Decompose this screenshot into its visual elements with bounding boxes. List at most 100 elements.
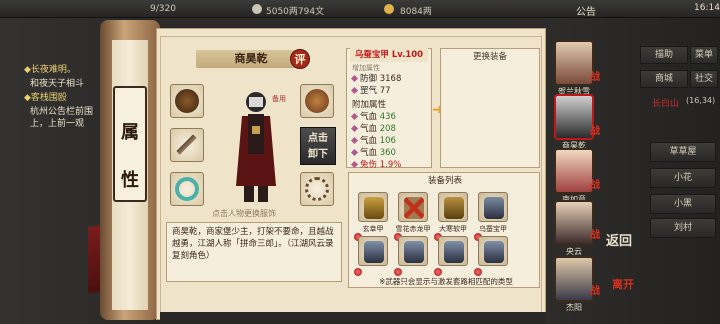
equip-item-name: 大寒软甲	[439, 225, 467, 233]
attr-row: 防御 3168	[350, 72, 402, 84]
equip-slot-arm[interactable]	[170, 84, 204, 118]
location-coords: (16,34)	[686, 96, 716, 105]
battle-mark-icon: 战	[590, 230, 600, 241]
attr-value: 106	[379, 136, 396, 146]
new-item-dot-icon	[394, 268, 402, 276]
replace-equipment-title: 更换装备	[472, 52, 507, 62]
scroll-char: 性	[121, 170, 139, 191]
equip-slot-ring[interactable]	[170, 172, 204, 206]
change-outfit-hint: 点击人物更换服饰	[212, 209, 276, 218]
equip-slot-head[interactable]	[300, 84, 334, 118]
party-portrait[interactable]	[554, 148, 594, 194]
social-button[interactable]: 社交	[690, 70, 718, 88]
attr-label: 气血	[360, 124, 378, 134]
quest-title[interactable]: ◆客栈围殴	[24, 90, 67, 103]
attr-row: 气血 106	[350, 134, 396, 146]
copper-coin-icon	[252, 4, 262, 14]
equip-item-name: 雪花赤龙甲	[395, 225, 431, 233]
shop-button[interactable]: 商城	[640, 70, 688, 88]
blue-armor-icon	[484, 197, 504, 219]
new-item-dot-icon	[354, 268, 362, 276]
assist-button[interactable]: 描助	[640, 46, 688, 64]
unequip-button[interactable]: 点击 卸下	[300, 127, 336, 165]
party-portrait[interactable]	[554, 40, 594, 86]
battle-mark-icon: 战	[590, 286, 600, 297]
unequip-label-2: 卸下	[308, 149, 328, 160]
party-portrait-selected[interactable]	[554, 94, 594, 140]
attr-value: 436	[379, 112, 396, 122]
location-button[interactable]: 小花	[650, 168, 716, 188]
attr-row: 气血 360	[350, 146, 396, 158]
character-figure[interactable]	[226, 86, 286, 206]
armguard-icon	[175, 89, 199, 113]
gold-armor-icon	[444, 197, 464, 219]
attr-value: 360	[379, 148, 396, 158]
gold-ingot-icon	[384, 4, 394, 14]
diamond-bullet-icon	[350, 136, 359, 145]
attr-label: 免伤	[360, 160, 378, 170]
quest-desc: 上，上前一观	[30, 119, 85, 129]
equip-item-name: 乌蚕宝甲	[479, 225, 507, 233]
diamond-bullet-icon	[350, 124, 359, 133]
gold-amount: 8084两	[400, 7, 432, 17]
character-description: 商昊乾，商家堡少主，打架不要命，且越战越勇，江湖人称「拼命三郎」。（江湖风云录复…	[166, 222, 342, 282]
party-portrait[interactable]	[554, 256, 594, 302]
party-portrait[interactable]	[554, 200, 594, 246]
quest-title[interactable]: ◆长夜难明。	[24, 62, 76, 75]
battle-mark-icon: 战	[590, 72, 600, 83]
blue-armor-icon	[444, 241, 464, 263]
evaluate-button[interactable]: 评	[290, 49, 310, 69]
diamond-bullet-icon	[350, 112, 359, 121]
attr-value: 3168	[379, 74, 402, 84]
leave-label[interactable]: 离开	[612, 278, 636, 291]
clock: 16:14	[694, 3, 720, 13]
scroll-char: 属	[121, 122, 139, 143]
equip-item[interactable]	[438, 236, 468, 266]
diamond-bullet-icon	[350, 148, 359, 157]
diamond-bullet-icon	[350, 160, 359, 169]
attr-label: 气血	[360, 148, 378, 158]
location-button[interactable]: 刘村	[650, 218, 716, 238]
attr-row: 罡气 77	[350, 84, 391, 96]
attr-value: 208	[379, 124, 396, 134]
attr-label: 防御	[360, 74, 378, 84]
gold-armor-icon	[364, 197, 384, 219]
attr-value: 1.9%	[379, 160, 402, 170]
location-button[interactable]: 草草屋	[650, 142, 716, 162]
equipment-note: ※武器只会显示与激发套路相匹配的类型	[379, 277, 513, 286]
attr-label: 气血	[360, 136, 378, 146]
equip-item[interactable]	[478, 192, 508, 222]
equip-item[interactable]	[398, 236, 428, 266]
equip-item[interactable]	[398, 192, 428, 222]
attr-row: 气血 436	[350, 110, 396, 122]
location-name: 长白山	[652, 99, 680, 109]
equip-slot-necklace[interactable]	[300, 172, 334, 206]
diamond-bullet-icon	[350, 74, 359, 83]
equip-item[interactable]	[438, 192, 468, 222]
diamond-bullet-icon	[350, 86, 359, 95]
replace-equipment-box	[440, 48, 540, 168]
sword-icon	[175, 133, 199, 157]
party-name: 杰阳	[566, 303, 582, 312]
equipment-list-title: 装备列表	[427, 176, 462, 186]
new-item-dot-icon	[434, 268, 442, 276]
equip-slot-weapon[interactable]	[170, 128, 204, 162]
red-x-armor-icon	[404, 197, 424, 219]
new-item-dot-icon	[474, 268, 482, 276]
menu-button[interactable]: 菜单	[690, 46, 718, 64]
notice-button[interactable]: 公告	[576, 3, 596, 18]
attr-value: 77	[379, 86, 391, 96]
blue-armor-icon	[364, 241, 384, 263]
battle-mark-icon: 战	[590, 180, 600, 191]
bead-necklace-icon	[305, 177, 329, 201]
equip-item[interactable]	[358, 192, 388, 222]
attr-row: 气血 208	[350, 122, 396, 134]
equip-item[interactable]	[358, 236, 388, 266]
extra-attr-title: 附加属性	[352, 100, 387, 110]
return-button[interactable]: 返回	[604, 234, 634, 249]
ring-icon	[175, 177, 199, 201]
quest-desc: 和夜天子相斗	[30, 79, 85, 89]
equip-item[interactable]	[478, 236, 508, 266]
location-button[interactable]: 小黑	[650, 194, 716, 214]
equip-item-name: 玄幸甲	[362, 225, 384, 233]
